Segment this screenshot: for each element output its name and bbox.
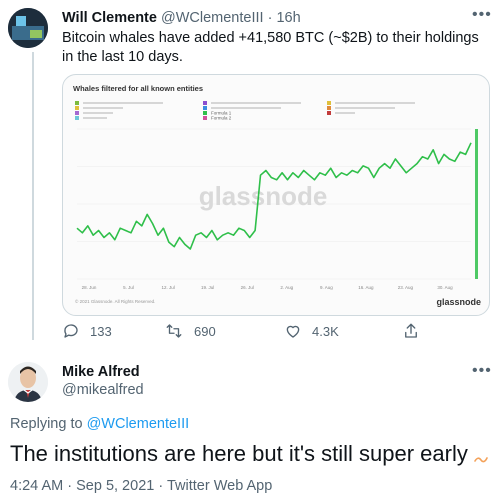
x-tick-label: 19. Jul bbox=[201, 285, 214, 290]
reply-author-name[interactable]: Mike Alfred bbox=[62, 364, 140, 380]
retweet-icon bbox=[166, 324, 182, 338]
reply-text: The institutions are here but it's still… bbox=[10, 440, 488, 468]
retweet-count: 690 bbox=[194, 323, 216, 339]
x-tick-label: 2. Aug bbox=[280, 285, 293, 290]
reply-text-content: The institutions are here but it's still… bbox=[10, 441, 468, 466]
thread-connector-line bbox=[32, 52, 34, 340]
avatar-will-clemente[interactable] bbox=[8, 8, 48, 48]
reply-meta: 4:24 AM · Sep 5, 2021 · Twitter Web App bbox=[10, 478, 272, 494]
separator-dot: · bbox=[267, 10, 273, 26]
more-options-icon[interactable]: ••• bbox=[472, 6, 492, 24]
chart-title: Whales filtered for all known entities bbox=[73, 84, 203, 93]
like-button[interactable]: 4.3K bbox=[284, 322, 339, 340]
tweet-text: Bitcoin whales have added +41,580 BTC (~… bbox=[62, 30, 479, 65]
avatar-mike-alfred[interactable] bbox=[8, 362, 48, 402]
author-handle[interactable]: @WClementeIII bbox=[161, 10, 264, 26]
x-tick-label: 12. Jul bbox=[161, 285, 174, 290]
x-tick-label: 28. Jun bbox=[82, 285, 97, 290]
heart-icon bbox=[286, 325, 300, 338]
chart-x-axis: 28. Jun 5. Jul 12. Jul 19. Jul 26. Jul 2. Aug… bbox=[82, 285, 454, 290]
reply-author-handle[interactable]: @mikealfred bbox=[62, 382, 144, 398]
share-button[interactable] bbox=[402, 322, 420, 340]
chart-brand: glassnode bbox=[436, 297, 481, 307]
reply-count: 133 bbox=[90, 323, 112, 339]
legend-formula-2: Formula 2 bbox=[211, 116, 232, 121]
avatar-image bbox=[8, 8, 48, 48]
x-tick-label: 16. Aug bbox=[358, 285, 374, 290]
chart-watermark: glassnode bbox=[199, 181, 328, 211]
replying-to-link[interactable]: @WClementeIII bbox=[87, 416, 190, 432]
chart-legend: Formula 1 Formula 2 bbox=[75, 101, 415, 121]
reply-client[interactable]: Twitter Web App bbox=[167, 478, 272, 494]
share-icon bbox=[405, 323, 417, 338]
x-tick-label: 23. Aug bbox=[398, 285, 414, 290]
avatar-image bbox=[8, 362, 48, 402]
reply-icon bbox=[64, 324, 78, 338]
replying-to-line: Replying to @WClementeIII bbox=[10, 416, 189, 432]
squiggle-mark-icon bbox=[474, 457, 488, 463]
reply-timestamp[interactable]: 4:24 AM bbox=[10, 478, 63, 494]
tweet-media-chart[interactable]: Whales filtered for all known entities F… bbox=[62, 74, 490, 316]
x-tick-label: 5. Jul bbox=[123, 285, 134, 290]
separator-dot: · bbox=[67, 478, 73, 494]
retweet-button[interactable]: 690 bbox=[164, 322, 216, 340]
tweet-header: Will Clemente @WClementeIII · 16h bbox=[62, 9, 301, 27]
tweet-actions: 133 690 4.3K bbox=[58, 322, 428, 346]
separator-dot: · bbox=[158, 478, 164, 494]
x-tick-label: 9. Aug bbox=[320, 285, 333, 290]
chart-copyright: © 2021 Glassnode. All Rights Reserved. bbox=[75, 298, 155, 304]
x-tick-label: 26. Jul bbox=[241, 285, 254, 290]
x-tick-label: 30. Aug bbox=[437, 285, 453, 290]
chart-right-axis-bar bbox=[475, 129, 478, 279]
like-count: 4.3K bbox=[312, 323, 339, 339]
reply-button[interactable]: 133 bbox=[62, 322, 112, 340]
more-options-icon[interactable]: ••• bbox=[472, 362, 492, 380]
replying-to-prefix: Replying to bbox=[10, 416, 83, 432]
author-name[interactable]: Will Clemente bbox=[62, 10, 157, 26]
reply-date[interactable]: Sep 5, 2021 bbox=[76, 478, 154, 494]
glassnode-chart: Whales filtered for all known entities F… bbox=[73, 84, 481, 307]
tweet-time[interactable]: 16h bbox=[276, 10, 300, 26]
